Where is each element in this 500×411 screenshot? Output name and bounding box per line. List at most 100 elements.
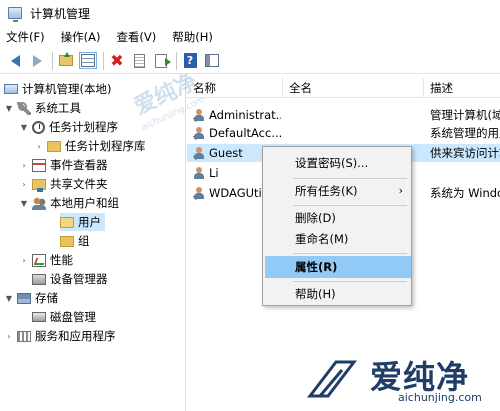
brand-watermark-url: aichunjing.com xyxy=(398,391,482,404)
expand-arrow-icon[interactable]: › xyxy=(34,142,44,151)
menu-separator xyxy=(293,178,407,179)
toolbar-separator xyxy=(176,51,177,70)
tree-item-label: 计算机管理(本地) xyxy=(22,82,112,96)
console-tree: 计算机管理(本地) ▼ 系统工具 ▼ 任务计划程序 › 任务计划程序库 › 事件… xyxy=(0,78,186,411)
tree-item-services-apps[interactable]: › 服务和应用程序 xyxy=(4,327,116,345)
tools-icon xyxy=(17,101,31,115)
tree-item-system-tools[interactable]: ▼ 系统工具 xyxy=(4,99,81,117)
tree-item-storage[interactable]: ▼ 存储 xyxy=(4,289,58,307)
tree-item-event-viewer[interactable]: › 事件查看器 xyxy=(19,156,108,174)
tree-item-label: 系统工具 xyxy=(35,101,81,115)
user-icon xyxy=(193,127,205,140)
tree-item-shared-folders[interactable]: › 共享文件夹 xyxy=(19,175,108,193)
menu-item-set-password[interactable]: 设置密码(S)... xyxy=(265,152,411,174)
tree-item-label: 用户 xyxy=(78,215,101,229)
title-bar: 计算机管理 xyxy=(0,0,500,26)
disk-icon xyxy=(32,312,46,322)
collapse-arrow-icon[interactable]: ▼ xyxy=(4,294,14,303)
menu-item-rename[interactable]: 重命名(M) xyxy=(265,228,411,250)
delete-button[interactable]: ✖ xyxy=(108,52,126,70)
cell-fullname xyxy=(289,106,419,124)
tree-item-task-scheduler-library[interactable]: › 任务计划程序库 xyxy=(34,137,146,155)
cell-description: 管理计算机(域 xyxy=(430,108,500,122)
collapse-arrow-icon[interactable]: ▼ xyxy=(4,104,14,113)
tree-item-task-scheduler[interactable]: ▼ 任务计划程序 xyxy=(19,118,118,136)
cell-description: 系统为 Windo xyxy=(430,186,500,200)
window-title: 计算机管理 xyxy=(30,6,91,21)
tree-item-users[interactable]: 用户 xyxy=(60,213,105,231)
tree-item-label: 本地用户和组 xyxy=(50,196,119,210)
tree-item-label: 任务计划程序 xyxy=(49,120,118,134)
computer-icon xyxy=(4,84,18,94)
expand-arrow-icon[interactable]: › xyxy=(19,161,29,170)
device-manager-icon xyxy=(32,273,46,285)
collapse-arrow-icon[interactable]: ▼ xyxy=(19,199,29,208)
show-hide-tree-button[interactable] xyxy=(79,52,97,70)
tree-item-groups[interactable]: 组 xyxy=(60,232,90,250)
toolbar-separator xyxy=(103,51,104,70)
export-list-button[interactable] xyxy=(152,52,171,70)
forward-arrow-icon xyxy=(32,54,42,67)
tree-item-label: 组 xyxy=(78,234,90,248)
tree-item-label: 服务和应用程序 xyxy=(35,329,116,343)
properties-button[interactable] xyxy=(130,52,148,70)
menu-item-all-tasks[interactable]: 所有任务(K) › xyxy=(265,180,411,202)
menu-item-help[interactable]: 帮助(H) xyxy=(265,283,411,305)
column-header-description[interactable]: 描述 xyxy=(424,78,500,98)
tree-item-label: 存储 xyxy=(35,291,58,305)
cell-fullname xyxy=(289,124,419,142)
menu-bar: 文件(F) 操作(A) 查看(V) 帮助(H) xyxy=(0,27,500,47)
tree-item-root[interactable]: 计算机管理(本地) xyxy=(4,80,111,98)
user-icon xyxy=(193,187,205,200)
services-icon xyxy=(17,330,31,342)
menu-action[interactable]: 操作(A) xyxy=(61,29,101,45)
expand-arrow-icon[interactable]: › xyxy=(19,256,29,265)
tree-item-label: 磁盘管理 xyxy=(50,310,96,324)
menu-separator xyxy=(293,253,407,254)
performance-icon xyxy=(32,253,46,267)
tree-item-label: 性能 xyxy=(50,253,73,267)
forward-button[interactable] xyxy=(28,52,46,70)
expand-arrow-icon[interactable]: › xyxy=(19,180,29,189)
user-icon xyxy=(193,167,205,179)
back-button[interactable] xyxy=(6,52,24,70)
storage-icon xyxy=(17,292,31,304)
menu-help[interactable]: 帮助(H) xyxy=(172,29,213,45)
menu-item-label: 所有任务(K) xyxy=(295,184,358,198)
show-hide-tree-icon xyxy=(79,52,97,69)
tree-item-label: 任务计划程序库 xyxy=(65,139,146,153)
view-pane-button[interactable] xyxy=(203,52,221,70)
table-row[interactable]: Administrat... 管理计算机(域 xyxy=(187,106,500,124)
menu-item-delete[interactable]: 删除(D) xyxy=(265,207,411,229)
context-menu: 设置密码(S)... 所有任务(K) › 删除(D) 重命名(M) 属性(R) … xyxy=(262,146,412,306)
column-header-fullname[interactable]: 全名 xyxy=(283,78,424,98)
table-row[interactable]: DefaultAcc... 系统管理的用户 xyxy=(187,124,500,142)
tree-item-local-users-groups[interactable]: ▼ 本地用户和组 xyxy=(19,194,119,212)
menu-file[interactable]: 文件(F) xyxy=(6,29,45,45)
menu-item-properties[interactable]: 属性(R) xyxy=(265,256,411,278)
menu-view[interactable]: 查看(V) xyxy=(116,29,156,45)
submenu-arrow-icon: › xyxy=(398,184,403,197)
user-icon xyxy=(193,147,205,160)
cell-description: 系统管理的用户 xyxy=(430,126,500,140)
export-list-icon xyxy=(155,53,171,68)
brand-logo-icon xyxy=(306,360,358,398)
cell-name: Administrat... xyxy=(209,108,281,122)
list-header: 名称 全名 描述 xyxy=(187,78,500,98)
back-arrow-icon xyxy=(10,54,20,67)
clock-icon xyxy=(32,120,45,134)
event-viewer-icon xyxy=(32,158,46,172)
user-icon xyxy=(193,109,205,122)
tree-item-disk-management[interactable]: 磁盘管理 xyxy=(32,308,96,326)
up-one-level-button[interactable] xyxy=(57,52,75,70)
expand-arrow-icon[interactable]: › xyxy=(4,332,14,341)
folder-icon xyxy=(60,235,74,247)
tree-item-label: 共享文件夹 xyxy=(50,177,108,191)
delete-x-icon: ✖ xyxy=(110,50,124,70)
properties-icon xyxy=(133,53,145,68)
collapse-arrow-icon[interactable]: ▼ xyxy=(19,123,29,132)
tree-item-performance[interactable]: › 性能 xyxy=(19,251,73,269)
tree-item-device-manager[interactable]: 设备管理器 xyxy=(32,270,108,288)
toolbar: ✖ ? xyxy=(0,48,500,74)
tree-item-label: 事件查看器 xyxy=(50,158,108,172)
